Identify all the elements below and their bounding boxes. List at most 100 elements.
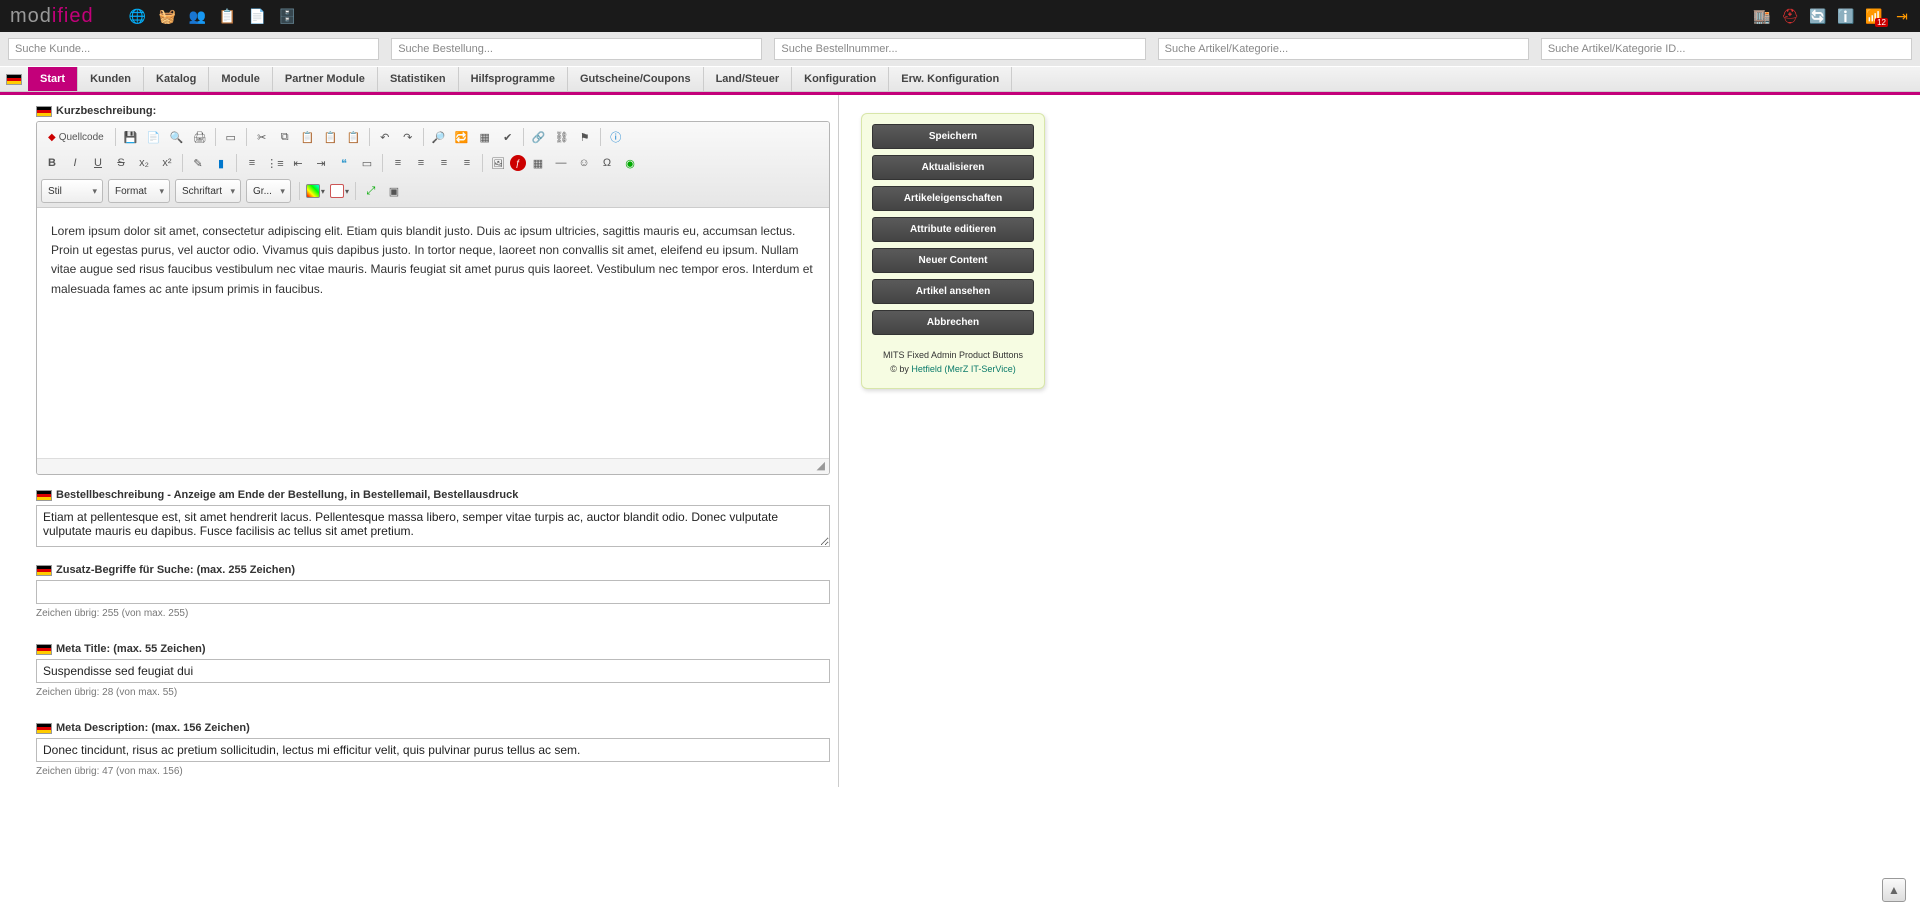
credit-link[interactable]: Hetfield (MerZ IT-SerVice): [911, 364, 1015, 374]
source-button[interactable]: ◆Quellcode: [41, 126, 111, 148]
style-select[interactable]: Stil: [41, 179, 103, 203]
specialchar-icon[interactable]: Ω: [596, 152, 618, 174]
refresh-icon[interactable]: 🔄: [1810, 8, 1826, 24]
info-icon[interactable]: ℹ️: [1838, 8, 1854, 24]
iframe-icon[interactable]: ◉: [619, 152, 641, 174]
template-icon[interactable]: ▭: [220, 126, 242, 148]
search-ordernum-input[interactable]: [774, 38, 1145, 60]
link-icon[interactable]: 🔗: [528, 126, 550, 148]
paste-word-icon[interactable]: 📋: [343, 126, 365, 148]
indent-icon[interactable]: ⇥: [310, 152, 332, 174]
format-select[interactable]: Format: [108, 179, 170, 203]
globe-icon[interactable]: 🌐: [130, 8, 146, 24]
table-icon[interactable]: ▦: [527, 152, 549, 174]
hr-icon[interactable]: —: [550, 152, 572, 174]
db-icon[interactable]: 🗄️: [280, 8, 296, 24]
paste-text-icon[interactable]: 📋: [320, 126, 342, 148]
redo-icon[interactable]: ↷: [397, 126, 419, 148]
tab-kunden[interactable]: Kunden: [78, 67, 144, 91]
tab-tools[interactable]: Hilfsprogramme: [459, 67, 568, 91]
italic-icon[interactable]: I: [64, 152, 86, 174]
rss-icon[interactable]: 📶12: [1866, 8, 1882, 24]
tab-coupons[interactable]: Gutscheine/Coupons: [568, 67, 704, 91]
scroll-top-button[interactable]: ▲: [1882, 878, 1906, 902]
bold-icon[interactable]: B: [41, 152, 63, 174]
tab-config[interactable]: Konfiguration: [792, 67, 889, 91]
update-button[interactable]: Aktualisieren: [872, 155, 1034, 180]
editor-content[interactable]: Lorem ipsum dolor sit amet, consectetur …: [37, 208, 829, 458]
save-button[interactable]: Speichern: [872, 124, 1034, 149]
logout-icon[interactable]: ⇥: [1894, 8, 1910, 24]
underline-icon[interactable]: U: [87, 152, 109, 174]
preview-icon[interactable]: 🔍: [166, 126, 188, 148]
showblocks-icon[interactable]: ▣: [383, 180, 405, 202]
subscript-icon[interactable]: x₂: [133, 152, 155, 174]
cut-icon[interactable]: ✂: [251, 126, 273, 148]
superscript-icon[interactable]: x²: [156, 152, 178, 174]
smiley-icon[interactable]: ☺: [573, 152, 595, 174]
properties-button[interactable]: Artikeleigenschaften: [872, 186, 1034, 211]
undo-icon[interactable]: ↶: [374, 126, 396, 148]
keywords-input[interactable]: [36, 580, 830, 604]
blockquote-icon[interactable]: ❝: [333, 152, 355, 174]
search-article-input[interactable]: [1158, 38, 1529, 60]
align-right-icon[interactable]: ≡: [433, 152, 455, 174]
bgcolor-select[interactable]: ▾: [328, 184, 351, 198]
strike-icon[interactable]: S: [110, 152, 132, 174]
viewarticle-button[interactable]: Artikel ansehen: [872, 279, 1034, 304]
align-center-icon[interactable]: ≡: [410, 152, 432, 174]
find-icon[interactable]: 🔎: [428, 126, 450, 148]
maximize-icon[interactable]: ⤢: [360, 180, 382, 202]
search-order-input[interactable]: [391, 38, 762, 60]
search-customer-input[interactable]: [8, 38, 379, 60]
tab-partner[interactable]: Partner Module: [273, 67, 378, 91]
size-select[interactable]: Gr...: [246, 179, 291, 203]
spellcheck-icon[interactable]: ✔: [497, 126, 519, 148]
copy-icon[interactable]: ⧉: [274, 126, 296, 148]
list-icon[interactable]: 📋: [220, 8, 236, 24]
font-select[interactable]: Schriftart: [175, 179, 241, 203]
meta-desc-label: Meta Description: (max. 156 Zeichen): [36, 718, 830, 738]
tab-stats[interactable]: Statistiken: [378, 67, 459, 91]
image-icon[interactable]: 🖼: [487, 152, 509, 174]
div-icon[interactable]: ▭: [356, 152, 378, 174]
tab-advconfig[interactable]: Erw. Konfiguration: [889, 67, 1012, 91]
flag-de-icon: [36, 644, 52, 655]
users-icon[interactable]: 👥: [190, 8, 206, 24]
align-left-icon[interactable]: ≡: [387, 152, 409, 174]
flash-icon[interactable]: ƒ: [510, 155, 526, 171]
bullist-icon[interactable]: ⋮≡: [264, 152, 286, 174]
cancel-button[interactable]: Abbrechen: [872, 310, 1034, 335]
save-icon[interactable]: 💾: [120, 126, 142, 148]
shop-icon[interactable]: 🏬: [1754, 8, 1770, 24]
align-justify-icon[interactable]: ≡: [456, 152, 478, 174]
tab-start[interactable]: Start: [28, 67, 78, 91]
doc-icon[interactable]: 📄: [250, 8, 266, 24]
textcolor-select[interactable]: ▾: [304, 184, 327, 198]
numlist-icon[interactable]: ≡: [241, 152, 263, 174]
print-icon[interactable]: 🖨: [189, 126, 211, 148]
selectall-icon[interactable]: ▦: [474, 126, 496, 148]
outdent-icon[interactable]: ⇤: [287, 152, 309, 174]
tab-module[interactable]: Module: [209, 67, 273, 91]
anchor-icon[interactable]: ⚑: [574, 126, 596, 148]
basket-icon[interactable]: 🧺: [160, 8, 176, 24]
flag-de-icon[interactable]: [6, 74, 22, 85]
lifebuoy-icon[interactable]: ⛑: [1782, 8, 1798, 24]
about-icon[interactable]: ⓘ: [605, 126, 627, 148]
meta-title-input[interactable]: [36, 659, 830, 683]
unlink-icon[interactable]: ⛓: [551, 126, 573, 148]
newcontent-button[interactable]: Neuer Content: [872, 248, 1034, 273]
newpage-icon[interactable]: 📄: [143, 126, 165, 148]
order-desc-textarea[interactable]: [36, 505, 830, 547]
format-icon[interactable]: ▮: [210, 152, 232, 174]
replace-icon[interactable]: 🔁: [451, 126, 473, 148]
editor-resize-handle[interactable]: ◢: [37, 458, 829, 474]
search-articleid-input[interactable]: [1541, 38, 1912, 60]
tab-katalog[interactable]: Katalog: [144, 67, 209, 91]
attributes-button[interactable]: Attribute editieren: [872, 217, 1034, 242]
paste-icon[interactable]: 📋: [297, 126, 319, 148]
removeformat-icon[interactable]: ✎: [187, 152, 209, 174]
tab-land[interactable]: Land/Steuer: [704, 67, 793, 91]
meta-desc-input[interactable]: [36, 738, 830, 762]
